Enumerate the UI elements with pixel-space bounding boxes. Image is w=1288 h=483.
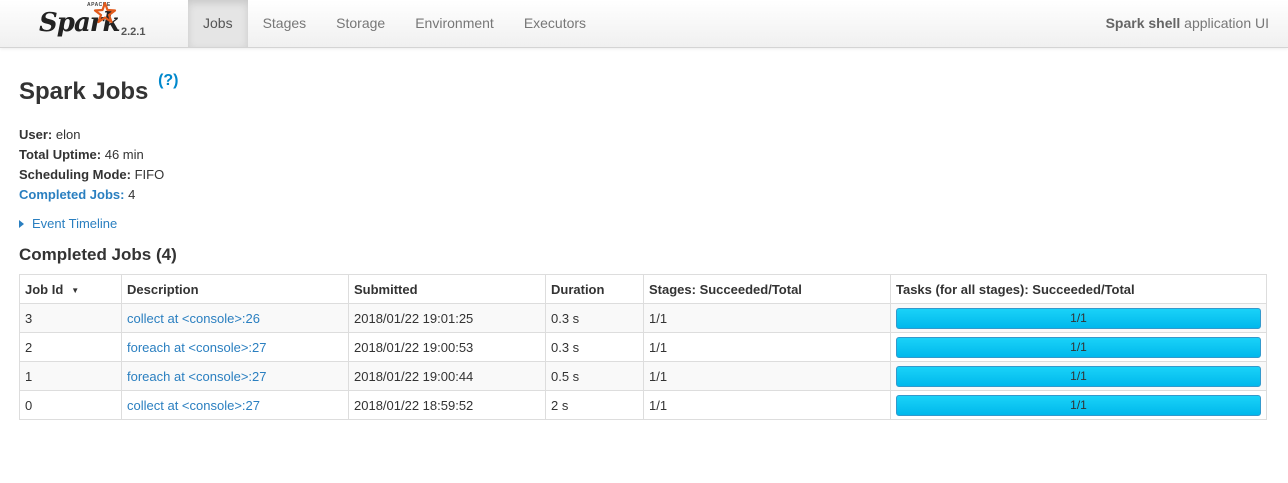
summary-completed-jobs: Completed Jobs: 4 [19, 185, 164, 205]
table-row: 2 foreach at <console>:27 2018/01/22 19:00… [19, 332, 1267, 362]
header-job-id[interactable]: Job Id ▼ [19, 274, 122, 304]
completed-jobs-link[interactable]: Completed Jobs: [19, 187, 124, 202]
completed-jobs-count: 4 [128, 187, 136, 202]
app-name-bold: Spark shell [1105, 15, 1181, 31]
completed-jobs-heading[interactable]: Completed Jobs (4) [19, 245, 177, 265]
tasks-progress-bar: 1/1 [896, 307, 1261, 329]
cell-submitted: 2018/01/22 18:59:52 [348, 390, 546, 420]
cell-description: collect at <console>:27 [121, 390, 349, 420]
tasks-progress-label: 1/1 [1070, 310, 1087, 325]
event-timeline-label: Event Timeline [32, 216, 118, 231]
app-name-rest: application UI [1184, 15, 1269, 31]
cell-tasks: 1/1 [890, 303, 1267, 333]
cell-description: collect at <console>:26 [121, 303, 349, 333]
tasks-progress-label: 1/1 [1070, 397, 1087, 412]
header-description[interactable]: Description [121, 274, 349, 304]
user-label: User: [19, 127, 53, 142]
cell-description: foreach at <console>:27 [121, 332, 349, 362]
spark-logo[interactable]: APACHE Spark 2.2.1 [37, 2, 167, 46]
tasks-progress-bar: 1/1 [896, 336, 1261, 358]
cell-duration: 0.3 s [545, 332, 644, 362]
cell-stages: 1/1 [643, 332, 891, 362]
cell-submitted: 2018/01/22 19:00:53 [348, 332, 546, 362]
cell-submitted: 2018/01/22 19:01:25 [348, 303, 546, 333]
tasks-progress-bar: 1/1 [896, 365, 1261, 387]
tasks-progress-bar: 1/1 [896, 394, 1261, 416]
mode-label: Scheduling Mode: [19, 167, 131, 182]
table-header-row: Job Id ▼ Description Submitted Duration S… [19, 274, 1267, 304]
sort-descending-icon: ▼ [71, 285, 80, 295]
cell-duration: 2 s [545, 390, 644, 420]
table-row: 0 collect at <console>:27 2018/01/22 18:59… [19, 390, 1267, 420]
job-description-link[interactable]: collect at <console>:26 [127, 311, 260, 326]
tab-jobs[interactable]: Jobs [188, 0, 248, 47]
table-row: 3 collect at <console>:26 2018/01/22 19:01… [19, 303, 1267, 333]
cell-tasks: 1/1 [890, 390, 1267, 420]
page-title: Spark Jobs (?) [19, 72, 179, 106]
cell-duration: 0.3 s [545, 303, 644, 333]
event-timeline-toggle[interactable]: Event Timeline [19, 216, 117, 231]
summary-scheduling-mode: Scheduling Mode: FIFO [19, 165, 164, 185]
cell-stages: 1/1 [643, 361, 891, 391]
job-description-link[interactable]: foreach at <console>:27 [127, 340, 267, 355]
job-description-link[interactable]: collect at <console>:27 [127, 398, 260, 413]
expand-arrow-icon [19, 219, 24, 228]
cell-tasks: 1/1 [890, 361, 1267, 391]
cell-job-id: 3 [19, 303, 122, 333]
tab-executors[interactable]: Executors [509, 0, 601, 47]
summary-list: User: elon Total Uptime: 46 min Scheduli… [19, 125, 164, 205]
summary-uptime: Total Uptime: 46 min [19, 145, 164, 165]
cell-description: foreach at <console>:27 [121, 361, 349, 391]
summary-user: User: elon [19, 125, 164, 145]
header-tasks[interactable]: Tasks (for all stages): Succeeded/Total [890, 274, 1267, 304]
tab-stages[interactable]: Stages [248, 0, 322, 47]
mode-value: FIFO [134, 167, 165, 182]
cell-stages: 1/1 [643, 390, 891, 420]
top-navbar: APACHE Spark 2.2.1 Jobs Stages Storage E… [0, 0, 1288, 48]
cell-submitted: 2018/01/22 19:00:44 [348, 361, 546, 391]
nav-tabs: Jobs Stages Storage Environment Executor… [188, 0, 601, 47]
uptime-value: 46 min [104, 147, 144, 162]
cell-duration: 0.5 s [545, 361, 644, 391]
tasks-progress-label: 1/1 [1070, 339, 1087, 354]
cell-stages: 1/1 [643, 303, 891, 333]
page-title-text: Spark Jobs [19, 78, 149, 105]
cell-job-id: 0 [19, 390, 122, 420]
cell-tasks: 1/1 [890, 332, 1267, 362]
tab-environment[interactable]: Environment [400, 0, 509, 47]
spark-version: 2.2.1 [121, 26, 146, 38]
tab-storage[interactable]: Storage [321, 0, 400, 47]
spark-star-icon [93, 2, 117, 24]
application-name: Spark shell application UI [1106, 0, 1269, 46]
cell-job-id: 1 [19, 361, 122, 391]
header-submitted[interactable]: Submitted [348, 274, 546, 304]
header-duration[interactable]: Duration [545, 274, 644, 304]
completed-jobs-table: Job Id ▼ Description Submitted Duration S… [19, 274, 1267, 420]
tasks-progress-label: 1/1 [1070, 368, 1087, 383]
uptime-label: Total Uptime: [19, 147, 102, 162]
help-link[interactable]: (?) [158, 72, 178, 89]
cell-job-id: 2 [19, 332, 122, 362]
job-description-link[interactable]: foreach at <console>:27 [127, 369, 267, 384]
header-job-id-label: Job Id [25, 281, 64, 297]
table-row: 1 foreach at <console>:27 2018/01/22 19:00… [19, 361, 1267, 391]
user-value: elon [55, 127, 81, 142]
header-stages[interactable]: Stages: Succeeded/Total [643, 274, 891, 304]
table-body: 3 collect at <console>:26 2018/01/22 19:01… [19, 303, 1267, 420]
